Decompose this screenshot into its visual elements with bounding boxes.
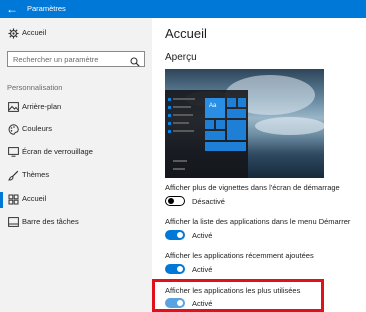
picture-icon: [7, 101, 19, 113]
sidebar-item-label: Couleurs: [22, 124, 53, 133]
toggle-knob: [177, 266, 183, 272]
back-arrow-icon[interactable]: ←: [5, 2, 19, 16]
menu-dot: [168, 106, 171, 109]
start-tile: [205, 120, 214, 129]
cloud-shape: [255, 117, 324, 135]
start-tile: Aa: [205, 98, 225, 118]
toggle-state: Désactivé: [192, 197, 225, 206]
setting-label-more-tiles: Afficher plus de vignettes dans l'écran …: [165, 183, 340, 192]
sidebar-item-themes[interactable]: Thèmes: [0, 165, 152, 187]
start-tile: [227, 98, 236, 107]
monitor-icon: [7, 146, 19, 158]
sidebar-item-label: Arrière-plan: [22, 102, 62, 111]
start-tile: [216, 120, 225, 129]
sidebar-item-taskbar[interactable]: Barre des tâches: [0, 212, 152, 234]
menu-dot: [168, 114, 171, 117]
start-tile: [205, 131, 225, 140]
sidebar-item-lock-screen[interactable]: Écran de verrouillage: [0, 142, 152, 164]
search-placeholder: Rechercher un paramètre: [13, 55, 99, 64]
menu-dot: [168, 122, 171, 125]
sidebar-item-colors[interactable]: Couleurs: [0, 119, 152, 141]
start-tile: [205, 142, 246, 151]
brush-icon: [7, 169, 19, 181]
menu-line: [173, 130, 194, 132]
toggle-more-tiles[interactable]: [165, 196, 185, 206]
title-bar: ← Paramètres: [0, 0, 366, 18]
start-tile: [227, 109, 246, 118]
page-title: Accueil: [165, 26, 207, 41]
tile-text: Aa: [209, 103, 217, 109]
start-grid-icon: [7, 193, 19, 205]
start-tile: [227, 120, 246, 140]
menu-dot: [168, 130, 171, 133]
setting-label-app-list: Afficher la liste des applications dans …: [165, 217, 351, 226]
sidebar-item-home[interactable]: Accueil: [0, 23, 152, 45]
menu-line: [173, 114, 193, 116]
section-heading: Personnalisation: [7, 83, 63, 92]
toggle-knob: [177, 232, 183, 238]
main-panel: Accueil Aperçu Aa Afficher plus de vigne…: [152, 18, 366, 312]
toggle-app-list[interactable]: [165, 230, 185, 240]
taskbar-icon: [7, 216, 19, 228]
start-tile: [238, 98, 246, 107]
sidebar-item-label: Accueil: [22, 28, 47, 37]
setting-label-recent-apps: Afficher les applications récemment ajou…: [165, 251, 314, 260]
sidebar-item-label: Thèmes: [22, 170, 50, 179]
menu-dot: [168, 98, 171, 101]
toggle-state: Activé: [192, 265, 213, 274]
sidebar-item-background[interactable]: Arrière-plan: [0, 97, 152, 119]
search-input[interactable]: Rechercher un paramètre: [7, 51, 145, 67]
sidebar-item-label: Barre des tâches: [22, 217, 79, 226]
sidebar-item-label: Accueil: [22, 194, 47, 203]
sidebar-item-start[interactable]: Accueil: [0, 189, 152, 211]
start-preview-image: Aa: [165, 69, 324, 178]
highlight-annotation: [152, 279, 324, 312]
sidebar: Accueil Rechercher un paramètre Personna…: [0, 18, 152, 312]
preview-heading: Aperçu: [165, 52, 197, 63]
window-title: Paramètres: [27, 4, 66, 13]
menu-line: [173, 106, 191, 108]
start-menu-preview: Aa: [165, 90, 248, 178]
toggle-recent-apps[interactable]: [165, 264, 185, 274]
menu-line: [173, 122, 189, 124]
sidebar-item-label: Écran de verrouillage: [22, 147, 93, 156]
menu-line: [173, 168, 185, 170]
search-icon[interactable]: [130, 54, 140, 67]
active-indicator: [0, 192, 3, 208]
palette-icon: [7, 123, 19, 135]
toggle-knob: [168, 197, 174, 204]
gear-icon: [7, 27, 19, 39]
toggle-state: Activé: [192, 231, 213, 240]
menu-line: [173, 160, 187, 162]
menu-line: [173, 98, 195, 100]
